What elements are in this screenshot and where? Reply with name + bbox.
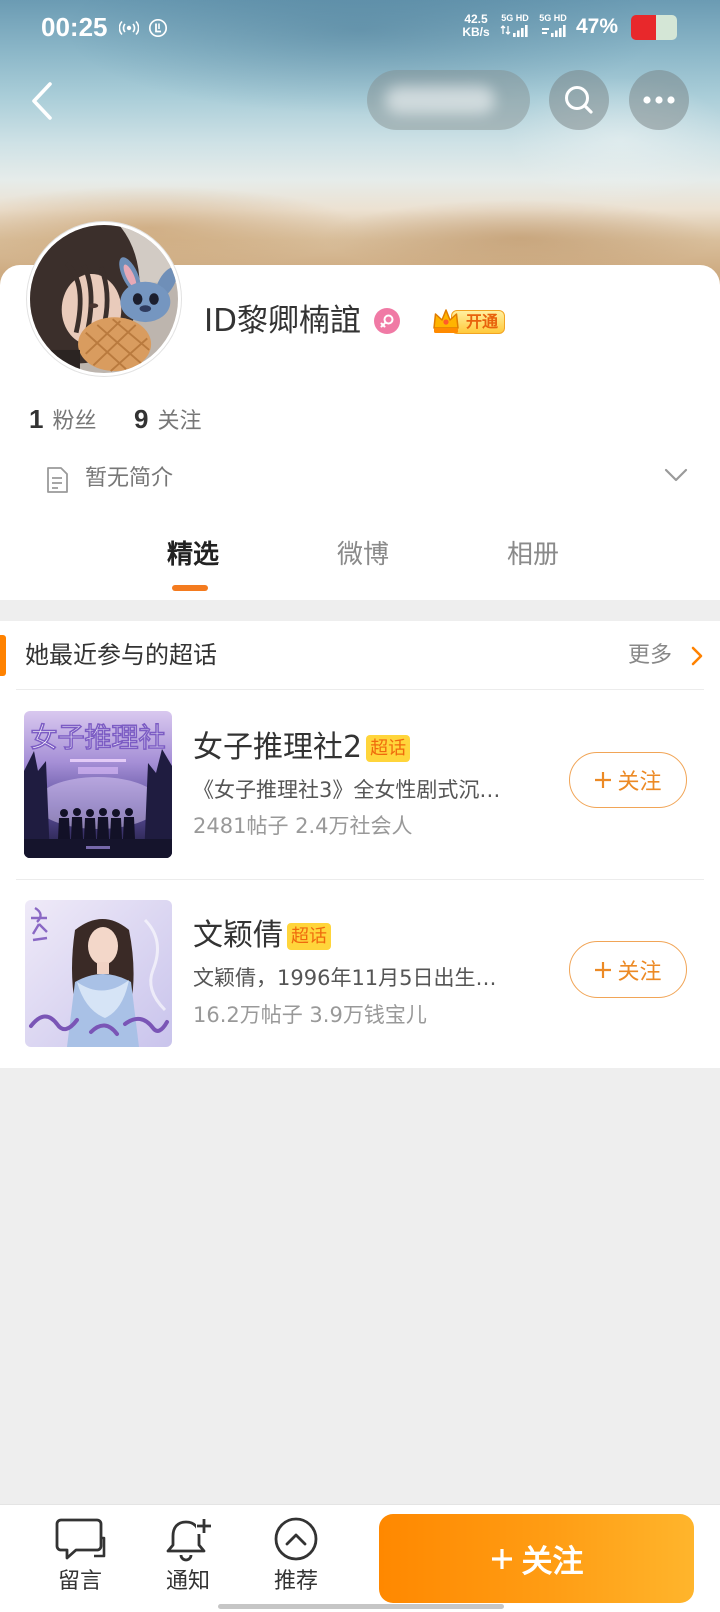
more-button[interactable] [629, 70, 689, 130]
sim1-signal: 5G HD [498, 13, 532, 41]
blurred-title [385, 86, 495, 114]
topic-stats: 2481帖子 2.4万社会人 [193, 814, 413, 838]
more-dots-icon [643, 96, 675, 104]
bell-plus-icon [166, 1518, 212, 1562]
message-button[interactable]: 留言 [40, 1516, 120, 1602]
topic-poster[interactable] [25, 900, 172, 1047]
network-speed-unit: KB/s [462, 25, 490, 39]
recommend-label: 推荐 [273, 1569, 318, 1594]
section-accent-bar [0, 635, 6, 676]
app-notification-icon [148, 18, 168, 38]
topic-poster[interactable]: 女子推理社 [24, 711, 172, 858]
following-count: 9 [134, 404, 149, 434]
chevron-right-icon[interactable] [690, 645, 704, 667]
topic-stats: 16.2万帖子 3.9万钱宝儿 [193, 1003, 427, 1027]
broadcast-icon [119, 20, 139, 36]
chevron-left-icon [32, 82, 52, 120]
sim2-label: 5G HD [539, 13, 567, 23]
recommend-icon [274, 1517, 318, 1561]
topic-title: 女子推理社2 [193, 730, 363, 765]
divider [16, 689, 704, 690]
poster-image [25, 900, 172, 1047]
search-icon [565, 86, 593, 114]
female-icon [374, 308, 401, 334]
topic-title-row[interactable]: 文颖倩 超话 [193, 918, 331, 954]
crown-icon [433, 308, 459, 333]
section-title: 她最近参与的超话 [25, 641, 217, 669]
plus-icon [595, 772, 612, 788]
topic-description: 《女子推理社3》全女性剧式沉… [193, 778, 501, 802]
supertopic-badge: 超话 [287, 922, 331, 950]
female-symbol-icon [380, 314, 394, 328]
follow-topic-label: 关注 [617, 770, 662, 795]
poster-image: 女子推理社 [24, 711, 172, 858]
chevron-down-icon[interactable] [663, 466, 689, 484]
battery-fill [631, 15, 657, 40]
avatar[interactable] [27, 222, 181, 376]
fans-label: 粉丝 [52, 409, 97, 434]
topic-title: 文颖倩 [193, 918, 283, 953]
battery-empty [656, 15, 677, 40]
bio-text: 暂无简介 [85, 466, 174, 491]
following-label: 关注 [157, 409, 202, 434]
network-speed: 42.5 KB/s [459, 13, 493, 39]
signal-icon [500, 25, 528, 37]
notify-label: 通知 [165, 1569, 210, 1594]
avatar-image [30, 225, 178, 373]
status-time: 00:25 [41, 12, 108, 42]
follow-topic-button[interactable]: 关注 [569, 941, 687, 998]
follow-topic-button[interactable]: 关注 [569, 752, 687, 808]
tab-featured[interactable]: 精选 [148, 537, 238, 573]
follow-user-button[interactable]: 关注 [379, 1514, 694, 1603]
poster-title: 女子推理社 [31, 722, 166, 754]
sim2-signal: 5G HD [536, 13, 570, 41]
supertopic-badge: 超话 [366, 734, 411, 762]
search-button[interactable] [549, 70, 609, 130]
topic-description: 文颖倩，1996年11月5日出生… [193, 966, 497, 990]
profile-screen: 00:25 42.5 KB/s 5G HD 5G HD 47% ID黎卿楠誼 开… [0, 0, 720, 1612]
collapsed-title-pill [367, 70, 530, 130]
comment-icon [55, 1518, 106, 1560]
divider [16, 879, 704, 880]
profile-name-row: ID黎卿楠誼 开通 [204, 300, 506, 342]
topic-title-row[interactable]: 女子推理社2 超话 [193, 730, 411, 766]
battery-icon [631, 15, 677, 40]
active-tab-indicator [172, 585, 208, 591]
profile-name: ID黎卿楠誼 [204, 303, 362, 339]
follow-user-label: 关注 [521, 1544, 584, 1580]
vip-open-badge[interactable]: 开通 [431, 306, 506, 337]
tab-album[interactable]: 相册 [488, 537, 578, 573]
notify-button[interactable]: 通知 [148, 1516, 228, 1602]
fans-count: 1 [29, 404, 44, 434]
plus-icon [491, 1548, 512, 1569]
sim1-label: 5G HD [501, 13, 529, 23]
back-button[interactable] [26, 80, 58, 122]
signal-icon [542, 25, 566, 37]
home-indicator[interactable] [218, 1604, 504, 1609]
plus-icon [595, 961, 612, 978]
message-label: 留言 [57, 1569, 102, 1594]
document-icon [47, 467, 68, 493]
recommend-button[interactable]: 推荐 [256, 1516, 336, 1602]
follow-topic-label: 关注 [617, 959, 662, 985]
battery-percent: 47% [576, 15, 619, 38]
more-link[interactable]: 更多 [628, 641, 672, 671]
tab-weibo[interactable]: 微博 [318, 537, 408, 573]
following-stat[interactable]: 9 关注 [134, 403, 201, 435]
fans-stat[interactable]: 1 粉丝 [29, 403, 96, 435]
